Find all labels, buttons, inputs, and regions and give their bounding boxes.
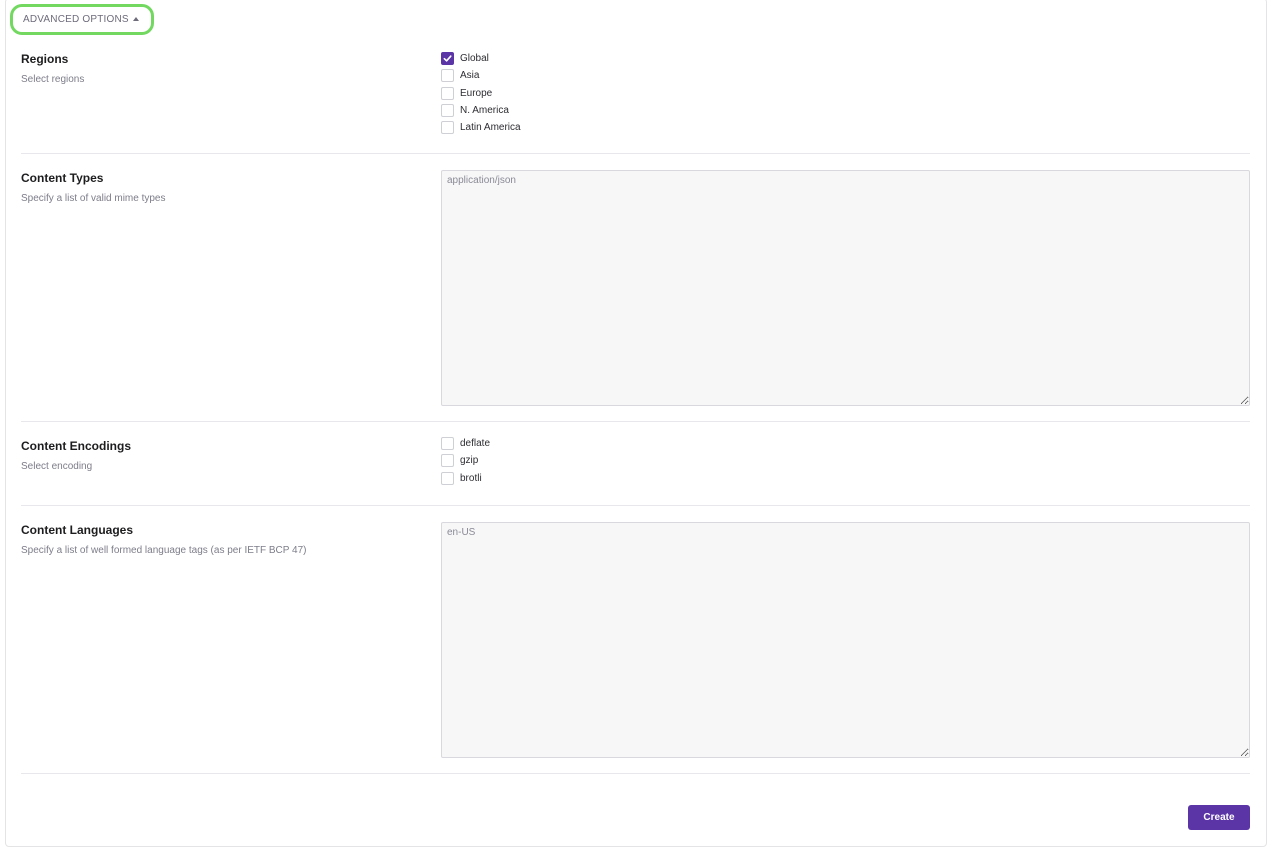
content-languages-row: Content Languages Specify a list of well… bbox=[21, 522, 1250, 774]
caret-up-icon bbox=[132, 16, 139, 21]
encoding-option-label: brotli bbox=[460, 472, 482, 484]
advanced-options-toggle[interactable]: ADVANCED OPTIONS bbox=[10, 4, 154, 35]
encoding-option-gzip[interactable]: gzip bbox=[441, 452, 490, 469]
content-encodings-description: Select encoding bbox=[21, 461, 93, 472]
checkbox-europe[interactable] bbox=[441, 86, 454, 100]
region-option-latin-america[interactable]: Latin America bbox=[441, 119, 521, 136]
content-languages-label-group: Content Languages Specify a list of well… bbox=[21, 523, 421, 557]
content-types-description: Specify a list of valid mime types bbox=[21, 193, 166, 204]
checkbox-gzip[interactable] bbox=[441, 454, 454, 468]
encoding-option-brotli[interactable]: brotli bbox=[441, 470, 490, 487]
content-encodings-title: Content Encodings bbox=[21, 439, 131, 453]
content-encodings-row: Content Encodings Select encoding deflat… bbox=[21, 437, 1250, 506]
content-types-label-group: Content Types Specify a list of valid mi… bbox=[21, 171, 421, 205]
regions-row: Regions Select regions Global Asia Europ… bbox=[21, 52, 1250, 154]
regions-checkbox-group: Global Asia Europe N. America Latin Amer… bbox=[441, 50, 521, 136]
region-option-asia[interactable]: Asia bbox=[441, 67, 521, 84]
content-types-row: Content Types Specify a list of valid mi… bbox=[21, 170, 1250, 422]
encoding-option-label: deflate bbox=[460, 438, 491, 450]
region-option-label: Europe bbox=[460, 87, 493, 99]
content-languages-title: Content Languages bbox=[21, 523, 134, 537]
encoding-option-label: gzip bbox=[460, 455, 479, 467]
content-encodings-label-group: Content Encodings Select encoding bbox=[21, 439, 421, 473]
region-option-label: N. America bbox=[460, 105, 509, 117]
content-languages-textarea[interactable] bbox=[441, 522, 1250, 758]
checkbox-global[interactable] bbox=[441, 52, 454, 66]
checkbox-brotli[interactable] bbox=[441, 471, 454, 485]
regions-title: Regions bbox=[21, 52, 69, 66]
region-option-n-america[interactable]: N. America bbox=[441, 102, 521, 119]
regions-description: Select regions bbox=[21, 74, 85, 85]
advanced-options-label: ADVANCED OPTIONS bbox=[23, 14, 129, 25]
encoding-option-deflate[interactable]: deflate bbox=[441, 435, 490, 452]
create-button[interactable]: Create bbox=[1188, 805, 1250, 830]
region-option-label: Latin America bbox=[460, 122, 521, 134]
checkbox-asia[interactable] bbox=[441, 69, 454, 83]
region-option-global[interactable]: Global bbox=[441, 50, 521, 67]
region-option-label: Global bbox=[460, 53, 489, 65]
checkmark-icon bbox=[443, 55, 452, 62]
checkbox-deflate[interactable] bbox=[441, 437, 454, 451]
content-types-textarea[interactable] bbox=[441, 170, 1250, 406]
checkbox-n-america[interactable] bbox=[441, 104, 454, 118]
content-types-title: Content Types bbox=[21, 171, 104, 185]
regions-label-group: Regions Select regions bbox=[21, 52, 421, 86]
region-option-label: Asia bbox=[460, 70, 480, 82]
checkbox-latin-america[interactable] bbox=[441, 121, 454, 135]
encodings-checkbox-group: deflate gzip brotli bbox=[441, 435, 490, 487]
content-languages-description: Specify a list of well formed language t… bbox=[21, 545, 307, 556]
region-option-europe[interactable]: Europe bbox=[441, 85, 521, 102]
